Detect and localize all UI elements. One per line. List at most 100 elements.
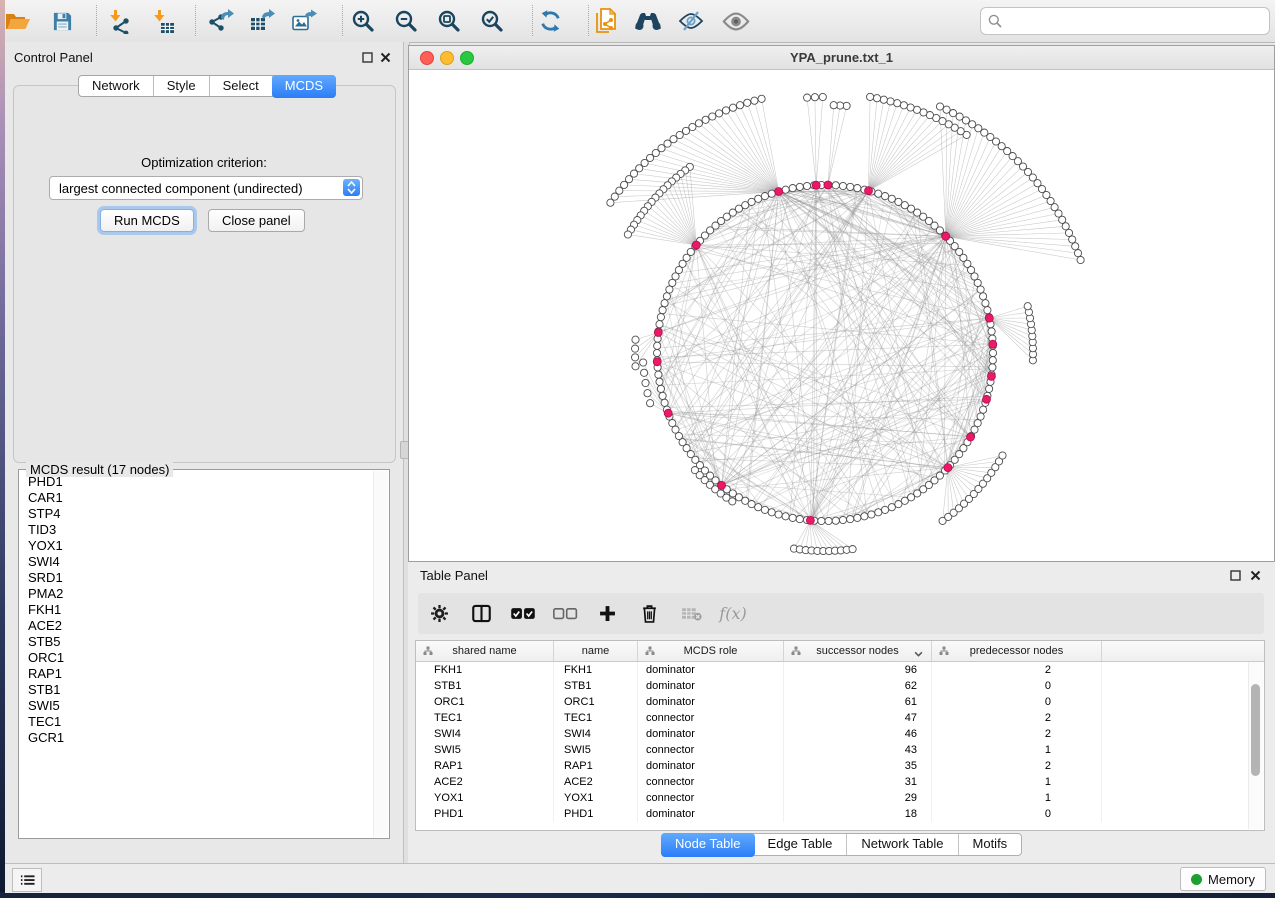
network-canvas[interactable] (409, 69, 1274, 561)
toolbar-separator (588, 5, 589, 36)
search-field[interactable] (980, 7, 1270, 35)
export-image-icon[interactable] (284, 4, 324, 38)
cell-successor_nodes: 47 (784, 710, 932, 726)
cell-mcds_role: connector (638, 742, 784, 758)
tab-mcds[interactable]: MCDS (272, 75, 336, 98)
table-scrollbar[interactable] (1248, 662, 1263, 829)
cell-name: FKH1 (554, 662, 638, 678)
sort-chevron-icon[interactable] (914, 648, 923, 660)
table-row[interactable]: PHD1PHD1dominator180 (416, 806, 1264, 822)
tab-node-table[interactable]: Node Table (661, 833, 755, 857)
network-view-window: YPA_prune.txt_1 (408, 45, 1275, 562)
binoculars-icon[interactable] (628, 4, 668, 38)
import-table-icon[interactable] (144, 4, 184, 38)
mcds-result-item[interactable]: CAR1 (20, 490, 372, 506)
zoom-selected-icon[interactable] (472, 4, 512, 38)
network-graph (409, 69, 1274, 562)
column-label: predecessor nodes (970, 645, 1064, 657)
tab-edge-table[interactable]: Edge Table (754, 834, 848, 855)
column-header-MCDS-role[interactable]: MCDS role (638, 641, 784, 661)
table-row[interactable]: SWI4SWI4dominator462 (416, 726, 1264, 742)
zoom-in-icon[interactable] (343, 4, 383, 38)
mcds-result-item[interactable]: YOX1 (20, 538, 372, 554)
eye-slash-icon[interactable] (671, 4, 711, 38)
dropdown-stepper-icon (343, 179, 360, 196)
add-column-icon[interactable] (586, 605, 628, 622)
table-panel-title: Table Panel (420, 568, 488, 583)
cell-filler (1102, 774, 1264, 790)
mcds-result-item[interactable]: FKH1 (20, 602, 372, 618)
task-history-button[interactable] (12, 868, 42, 892)
column-header-name[interactable]: name (554, 641, 638, 661)
table-row[interactable]: FKH1FKH1dominator962 (416, 662, 1264, 678)
cell-name: STB1 (554, 678, 638, 694)
open-icon[interactable] (0, 4, 38, 38)
cell-name: TEC1 (554, 710, 638, 726)
memory-button[interactable]: Memory (1180, 867, 1266, 891)
column-header-predecessor-nodes[interactable]: predecessor nodes (932, 641, 1102, 661)
export-document-icon[interactable] (585, 4, 625, 38)
mcds-result-list[interactable]: PHD1CAR1STP4TID3YOX1SWI4SRD1PMA2FKH1ACE2… (20, 474, 372, 836)
mcds-result-item[interactable]: GCR1 (20, 730, 372, 746)
network-window-titlebar[interactable]: YPA_prune.txt_1 (409, 46, 1274, 70)
table-row[interactable]: YOX1YOX1connector291 (416, 790, 1264, 806)
close-panel-icon[interactable] (380, 50, 393, 63)
column-type-icon (939, 646, 949, 659)
mcds-result-item[interactable]: STB5 (20, 634, 372, 650)
tab-network-table[interactable]: Network Table (847, 834, 958, 855)
mcds-result-item[interactable]: STP4 (20, 506, 372, 522)
column-type-icon (423, 646, 433, 659)
mcds-result-item[interactable]: SRD1 (20, 570, 372, 586)
column-header-successor-nodes[interactable]: successor nodes (784, 641, 932, 661)
mcds-result-item[interactable]: ACE2 (20, 618, 372, 634)
export-network-icon[interactable] (200, 4, 240, 38)
table-row[interactable]: RAP1RAP1dominator352 (416, 758, 1264, 774)
cell-filler (1102, 662, 1264, 678)
mcds-result-item[interactable]: ORC1 (20, 650, 372, 666)
eye-icon[interactable] (716, 4, 756, 38)
tab-style[interactable]: Style (154, 76, 210, 96)
cell-predecessor_nodes: 0 (932, 806, 1102, 822)
mcds-result-item[interactable]: SWI4 (20, 554, 372, 570)
import-network-icon[interactable] (100, 4, 140, 38)
delete-column-icon[interactable] (628, 604, 670, 623)
mcds-result-item[interactable]: TID3 (20, 522, 372, 538)
tab-network[interactable]: Network (79, 76, 154, 96)
mcds-result-item[interactable]: STB1 (20, 682, 372, 698)
mcds-result-item[interactable]: TEC1 (20, 714, 372, 730)
mcds-list-scrollbar[interactable] (373, 471, 388, 837)
table-row[interactable]: ORC1ORC1dominator610 (416, 694, 1264, 710)
close-table-panel-icon[interactable] (1250, 568, 1263, 581)
zoom-out-icon[interactable] (386, 4, 426, 38)
mcds-result-item[interactable]: SWI5 (20, 698, 372, 714)
column-header-shared-name[interactable]: shared name (416, 641, 554, 661)
table-row[interactable]: TEC1TEC1connector472 (416, 710, 1264, 726)
save-icon[interactable] (42, 4, 82, 38)
close-panel-button[interactable]: Close panel (208, 209, 305, 232)
float-window-icon[interactable] (362, 50, 375, 63)
cell-mcds_role: dominator (638, 758, 784, 774)
select-all-icon[interactable] (502, 606, 544, 621)
unselect-all-icon[interactable] (544, 606, 586, 621)
table-settings-gear-icon[interactable] (418, 604, 460, 623)
tab-select[interactable]: Select (210, 76, 273, 96)
mcds-result-item[interactable]: RAP1 (20, 666, 372, 682)
refresh-icon[interactable] (530, 4, 570, 38)
cell-successor_nodes: 46 (784, 726, 932, 742)
mcds-result-item[interactable]: PHD1 (20, 474, 372, 490)
zoom-fit-icon[interactable] (429, 4, 469, 38)
table-row[interactable]: STB1STB1dominator620 (416, 678, 1264, 694)
export-table-icon[interactable] (242, 4, 282, 38)
column-label: successor nodes (816, 645, 899, 657)
table-row[interactable]: ACE2ACE2connector311 (416, 774, 1264, 790)
search-input[interactable] (1002, 11, 1269, 31)
tab-motifs[interactable]: Motifs (959, 834, 1022, 855)
float-table-panel-icon[interactable] (1230, 568, 1243, 581)
table-row[interactable]: SWI5SWI5connector431 (416, 742, 1264, 758)
run-mcds-button[interactable]: Run MCDS (100, 209, 194, 232)
columns-icon[interactable] (460, 604, 502, 623)
mcds-result-item[interactable]: PMA2 (20, 586, 372, 602)
criterion-dropdown[interactable]: largest connected component (undirected) (49, 176, 363, 200)
table-header-row: shared namenameMCDS role successor nodes p… (416, 641, 1264, 662)
table-scrollbar-thumb[interactable] (1251, 684, 1260, 776)
